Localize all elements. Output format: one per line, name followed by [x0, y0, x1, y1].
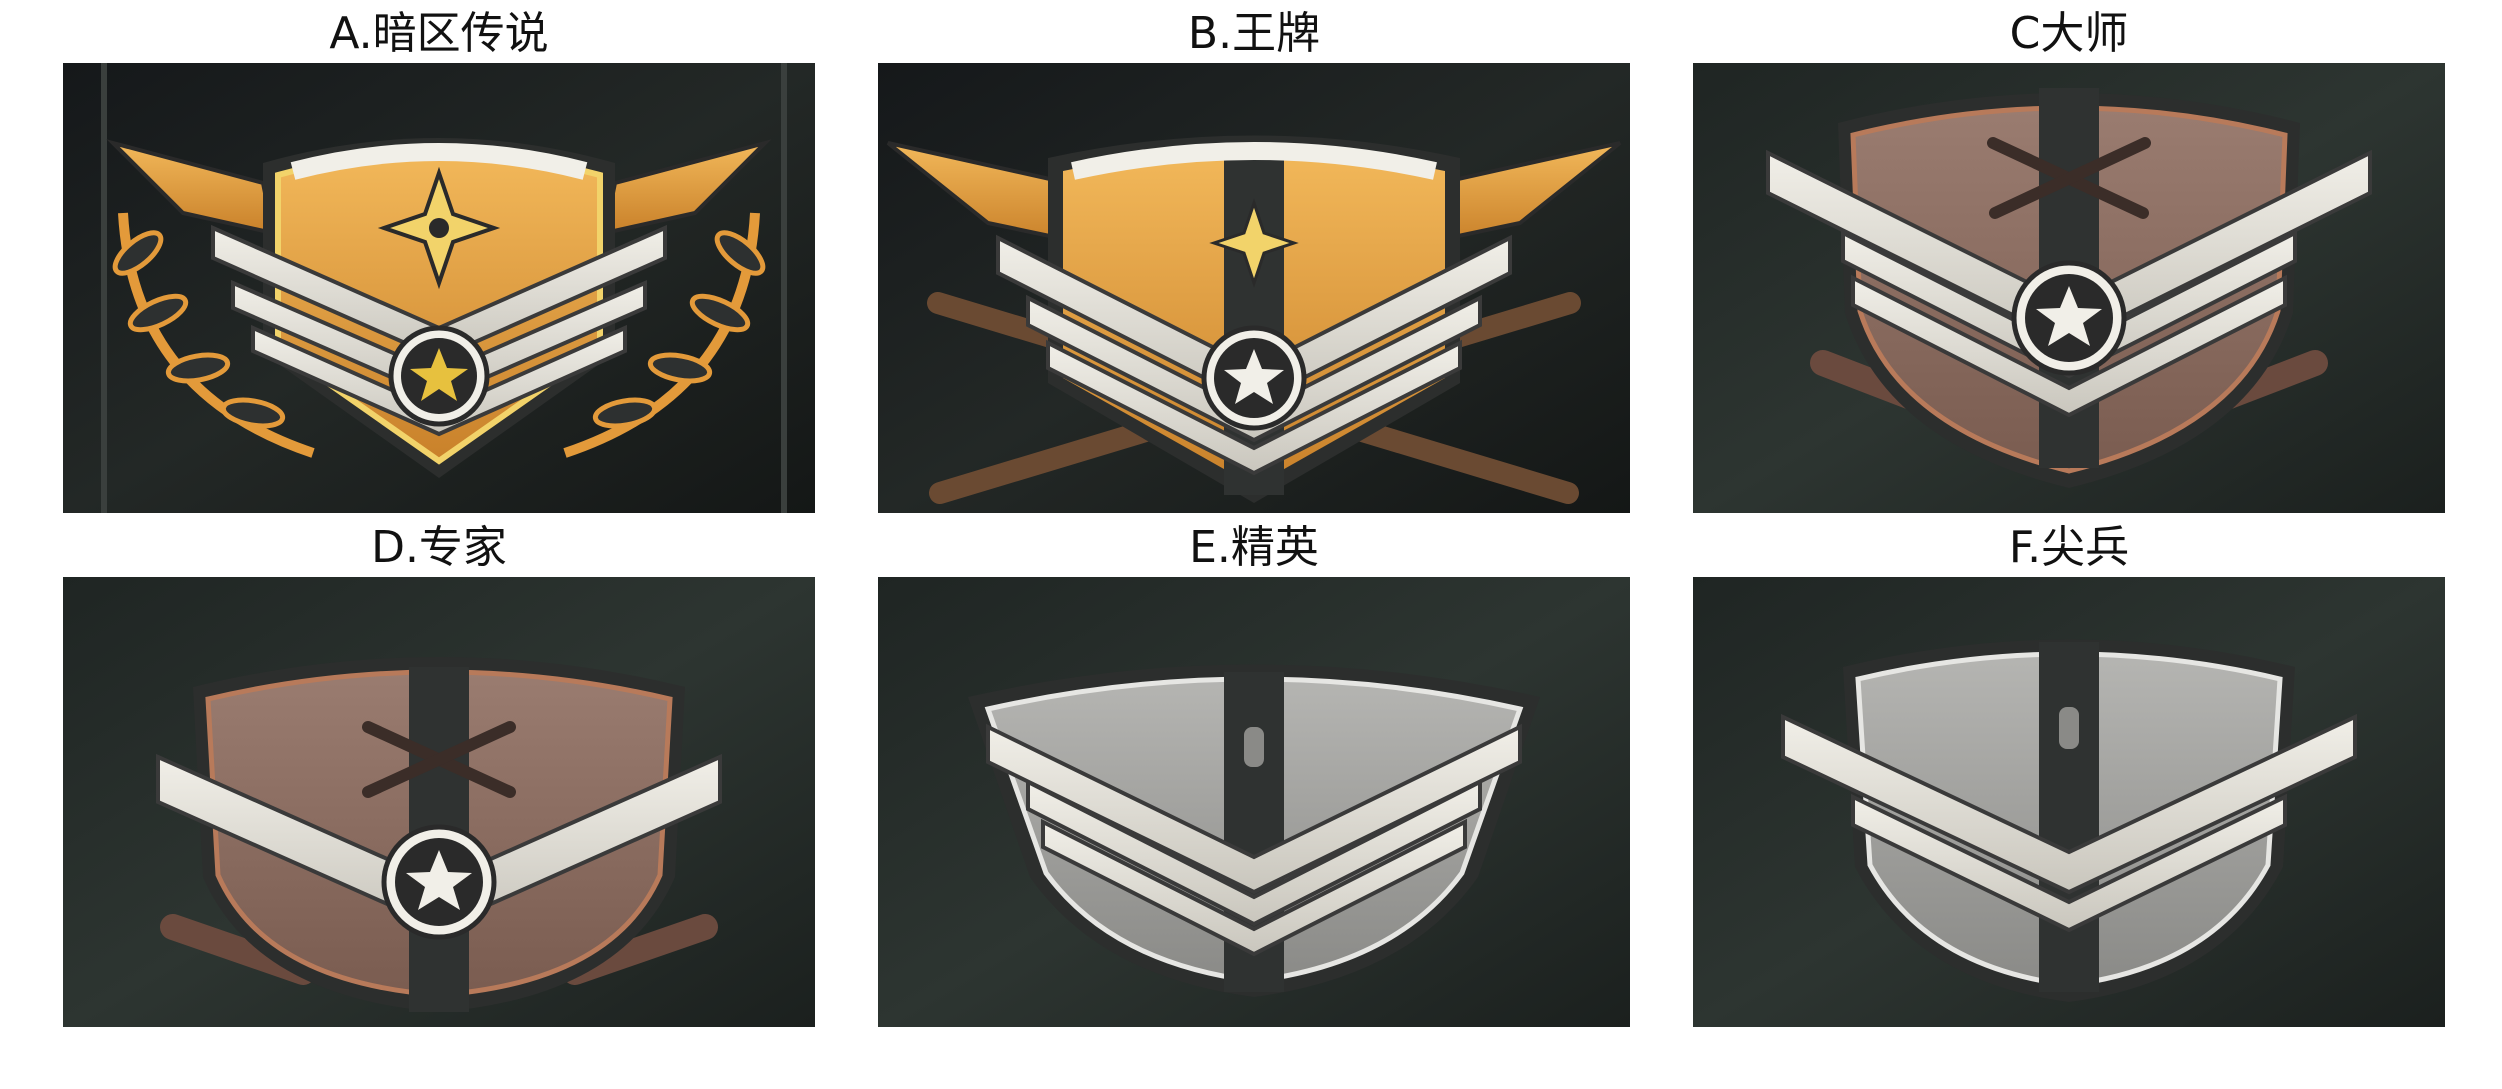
panel-a-image	[63, 63, 815, 513]
vanguard-rank-insignia-icon	[1693, 577, 2445, 1027]
elite-rank-insignia-icon	[878, 577, 1630, 1027]
panel-f-caption: F.尖兵	[2008, 522, 2130, 573]
panel-d-image	[63, 577, 815, 1027]
panel-a-caption: A.暗区传说	[329, 8, 549, 59]
panel-c-caption: C大师	[2009, 8, 2129, 59]
panel-e-caption: E.精英	[1189, 522, 1319, 573]
ace-rank-insignia-icon	[878, 63, 1630, 513]
panel-f-image	[1693, 577, 2445, 1027]
panel-c-image	[1693, 63, 2445, 513]
panel-b-caption: B.王牌	[1187, 8, 1321, 59]
panel-b-image	[878, 63, 1630, 513]
master-rank-insignia-icon	[1693, 63, 2445, 513]
expert-rank-insignia-icon	[63, 577, 815, 1027]
panel-d-caption: D.专家	[371, 522, 507, 573]
panel-e-image	[878, 577, 1630, 1027]
legend-rank-insignia-icon	[63, 63, 815, 513]
